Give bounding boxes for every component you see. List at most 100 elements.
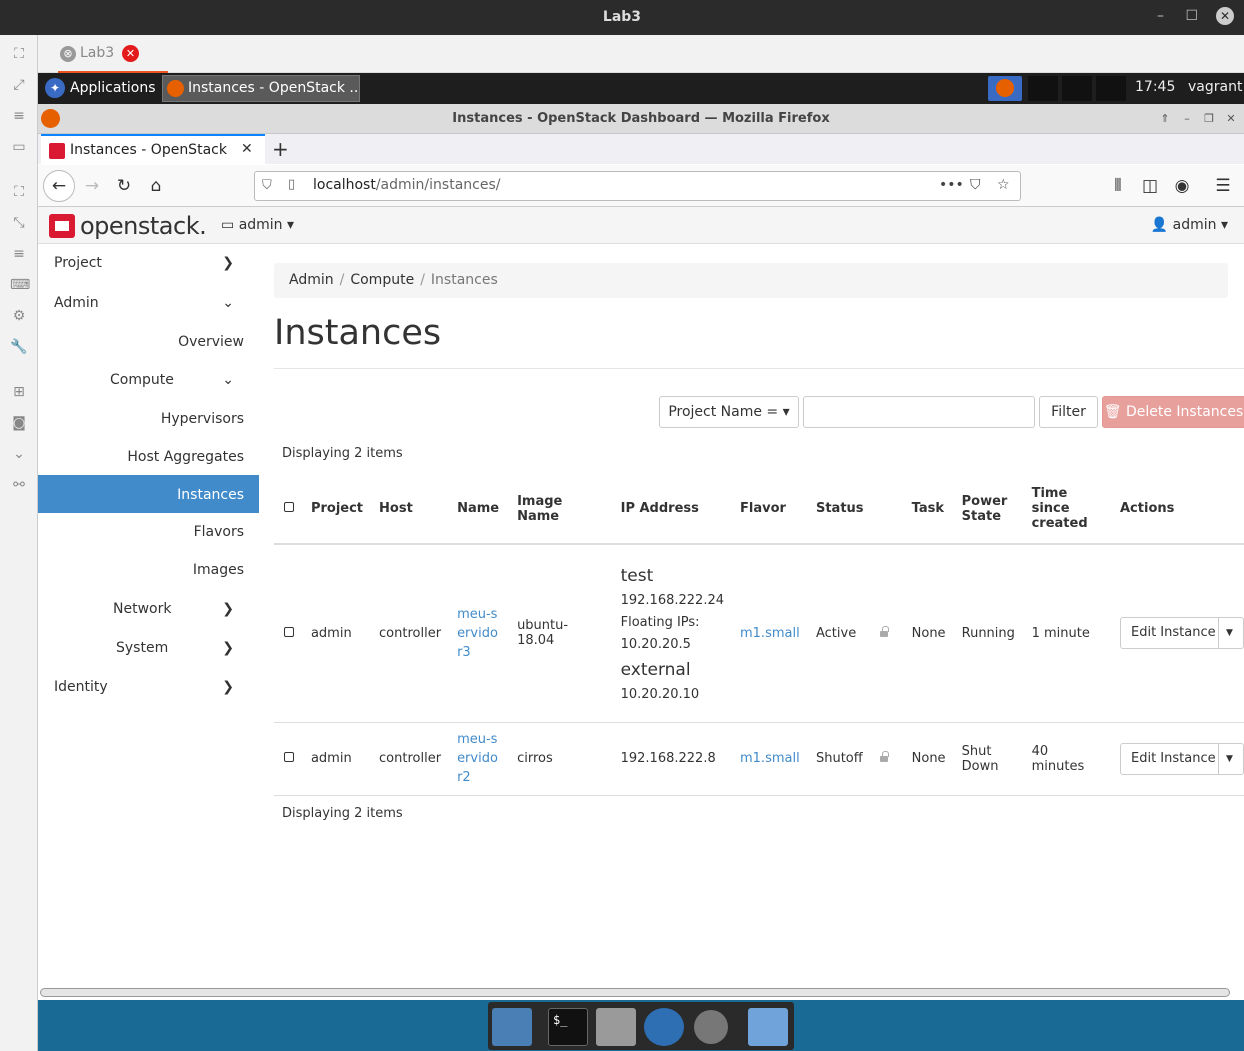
chevron-down-icon[interactable]: ⌄ (10, 445, 28, 463)
col-image-name[interactable]: Image Name (509, 474, 613, 545)
row-checkbox[interactable] (274, 544, 303, 723)
col-ip-address[interactable]: IP Address (612, 474, 732, 545)
filter-field-dropdown[interactable]: Project Name = ▾ (659, 396, 799, 428)
caret-down-icon[interactable]: ▼ (1226, 618, 1233, 648)
cell-name[interactable]: meu-servidor2 (449, 722, 510, 796)
search-icon[interactable] (694, 1010, 728, 1044)
minimize-icon[interactable]: – (1157, 8, 1164, 24)
col-host[interactable]: Host (371, 474, 450, 545)
workspace-3[interactable] (1062, 76, 1092, 101)
forward-button[interactable]: → (80, 174, 104, 198)
row-checkbox[interactable] (274, 722, 303, 796)
home-folder-icon[interactable] (596, 1008, 636, 1046)
breadcrumb-admin[interactable]: Admin (289, 272, 334, 288)
resize-icon[interactable]: ⛶ (10, 183, 28, 201)
settings-icon[interactable]: ⚙ (10, 307, 28, 325)
sidebar-item-images[interactable]: Images (193, 562, 244, 578)
taskbar-firefox-button[interactable]: Instances - OpenStack ... (162, 75, 360, 102)
instance-name-link[interactable]: meu-servidor2 (457, 730, 501, 787)
screenshot-icon[interactable]: ⛶ (10, 45, 28, 63)
minimize-icon[interactable]: – (1178, 112, 1196, 126)
restore-icon[interactable]: ❐ (1200, 112, 1218, 126)
cell-flavor[interactable]: m1.small (732, 544, 808, 723)
sidebar-item-identity[interactable]: Identity ❯ (54, 679, 249, 695)
user-menu[interactable]: 👤 admin ▾ (1151, 217, 1228, 233)
sidebar-item-project[interactable]: Project ❯ (54, 255, 249, 271)
fullscreen-icon[interactable]: ⤢ (10, 76, 28, 94)
sidebar-item-hypervisors[interactable]: Hypervisors (161, 411, 244, 427)
hamburger-menu-icon[interactable]: ☰ (1211, 174, 1235, 198)
back-button[interactable]: ← (43, 170, 75, 202)
col-flavor[interactable]: Flavor (732, 474, 808, 545)
applications-menu[interactable]: ✦ Applications (40, 75, 166, 102)
close-tab-icon[interactable]: ✕ (241, 141, 253, 157)
url-bar[interactable]: ⛉ ▯ localhost/admin/instances/ ••• ⛉ ☆ (254, 171, 1021, 201)
viewer-tab[interactable]: ⊗ Lab3 ✕ (58, 35, 168, 73)
filter-button[interactable]: Filter (1039, 396, 1098, 428)
caret-down-icon[interactable]: ▼ (1226, 744, 1233, 774)
close-tab-icon[interactable]: ✕ (122, 45, 139, 62)
home-button[interactable]: ⌂ (144, 174, 168, 198)
account-icon[interactable]: ◉ (1170, 174, 1194, 198)
sidebar-item-flavors[interactable]: Flavors (194, 524, 244, 540)
sidebar-item-compute[interactable]: Compute ⌄ (110, 372, 249, 388)
desktop-icon[interactable] (492, 1008, 532, 1046)
sidebar-item-network[interactable]: Network ❯ (113, 601, 249, 617)
list-icon[interactable]: ≡ (10, 245, 28, 263)
select-all-checkbox[interactable] (274, 474, 303, 545)
col-status[interactable]: Status (807, 474, 872, 545)
col-name[interactable]: Name (449, 474, 510, 545)
cell-name[interactable]: meu-servidor3 (449, 544, 510, 723)
shade-icon[interactable]: ⇑ (1156, 112, 1174, 126)
flavor-link[interactable]: m1.small (740, 626, 800, 641)
window-icon[interactable]: ▭ (10, 138, 28, 156)
keyboard-icon[interactable]: ⌨ (10, 276, 30, 294)
project-selector[interactable]: ▭ admin ▾ (221, 217, 294, 233)
web-browser-icon[interactable] (644, 1008, 684, 1046)
col-power-state[interactable]: Power State (953, 474, 1024, 545)
library-icon[interactable]: ⫴ (1106, 174, 1130, 198)
instance-name-link[interactable]: meu-servidor3 (457, 605, 501, 662)
openstack-logo[interactable]: openstack. (49, 212, 207, 240)
breadcrumb-compute[interactable]: Compute (350, 272, 414, 288)
delete-instances-button[interactable]: 🗑 Delete Instances (1102, 396, 1244, 428)
pocket-icon[interactable]: ⛉ (970, 177, 981, 193)
sidebar-item-admin[interactable]: Admin ⌄ (54, 295, 249, 311)
menu-icon[interactable]: ≡ (10, 107, 28, 125)
edit-instance-button[interactable]: Edit Instance ▼ (1120, 617, 1244, 650)
workspace-2[interactable] (1028, 76, 1058, 101)
sidebar-icon[interactable]: ◫ (1138, 174, 1162, 198)
bookmark-star-icon[interactable]: ☆ (997, 177, 1010, 193)
maximize-icon[interactable]: ☐ (1185, 8, 1198, 24)
workspace-1[interactable] (988, 76, 1022, 101)
col-task[interactable]: Task (903, 474, 954, 545)
add-icon[interactable]: ⊞ (10, 383, 28, 401)
sidebar-item-instances[interactable]: Instances (38, 475, 259, 513)
page-info-icon[interactable]: ▯ (288, 177, 295, 192)
sidebar-item-overview[interactable]: Overview (178, 334, 244, 350)
close-icon[interactable]: ✕ (1222, 112, 1240, 126)
col-time-since-created[interactable]: Time since created (1023, 474, 1112, 545)
scale-icon[interactable]: ⤡ (10, 214, 28, 232)
workspace-4[interactable] (1096, 76, 1126, 101)
page-actions-icon[interactable]: ••• (939, 177, 964, 193)
col-project[interactable]: Project (302, 474, 372, 545)
camera-icon[interactable]: ◙ (10, 414, 28, 432)
new-tab-button[interactable]: + (272, 137, 289, 161)
close-window-button[interactable]: ✕ (1216, 7, 1234, 25)
cell-flavor[interactable]: m1.small (732, 722, 808, 796)
flavor-link[interactable]: m1.small (740, 751, 800, 766)
horizontal-scrollbar[interactable] (40, 988, 1230, 997)
panel-user[interactable]: vagrant (1188, 79, 1242, 95)
browser-tab[interactable]: Instances - OpenStack D ✕ (41, 134, 265, 165)
wrench-icon[interactable]: 🔧 (10, 338, 28, 356)
sidebar-item-system[interactable]: System ❯ (116, 640, 249, 656)
sidebar-item-host-aggregates[interactable]: Host Aggregates (127, 449, 244, 465)
tracking-protection-icon[interactable]: ⛉ (262, 178, 272, 193)
filter-input[interactable] (803, 396, 1035, 428)
file-manager-icon[interactable] (748, 1008, 788, 1046)
terminal-icon[interactable]: $_ (548, 1008, 588, 1046)
reload-button[interactable]: ↻ (112, 174, 136, 198)
clock[interactable]: 17:45 (1135, 79, 1175, 95)
link-icon[interactable]: ⚯ (10, 476, 28, 494)
